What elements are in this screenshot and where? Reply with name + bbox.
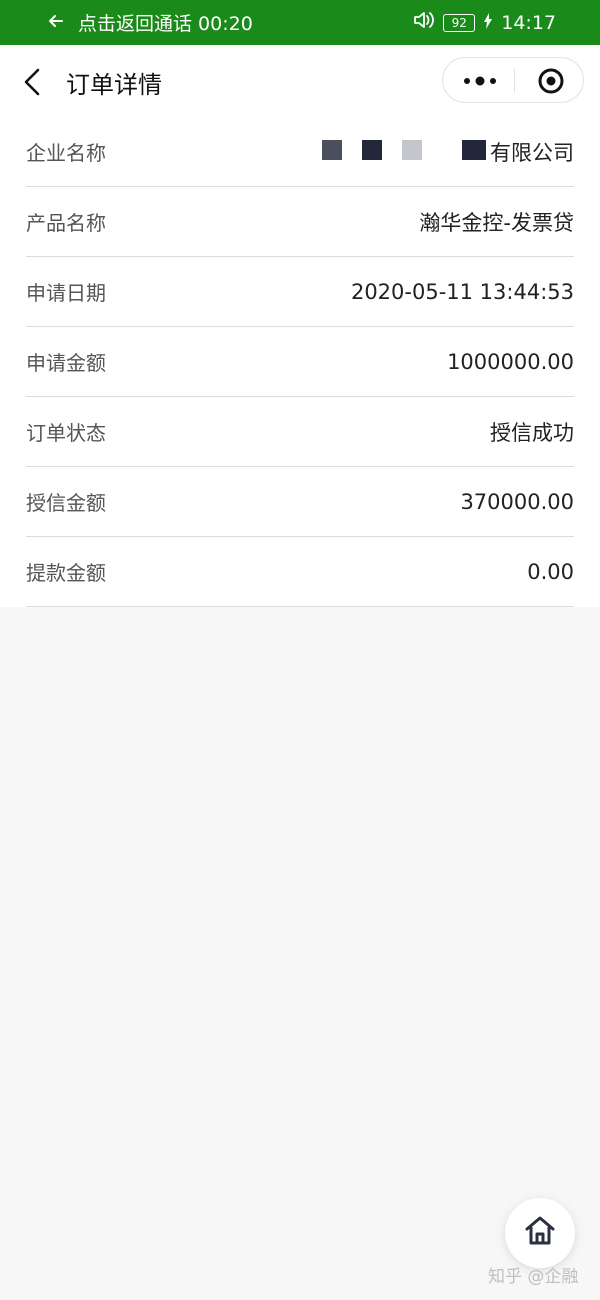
nav-bar: 订单详情 (0, 45, 600, 117)
detail-label: 申请日期 (26, 281, 106, 305)
detail-row-company: 企业名称 有限公司 (26, 117, 574, 187)
detail-value: 瀚华金控-发票贷 (419, 210, 574, 235)
more-dots-icon[interactable] (461, 70, 499, 92)
detail-value: 1000000.00 (447, 349, 574, 374)
chevron-left-icon[interactable] (20, 67, 46, 97)
battery-icon: 92 (443, 13, 476, 32)
home-button[interactable] (505, 1198, 575, 1268)
charging-icon (483, 12, 493, 34)
arrow-left-icon (48, 12, 64, 34)
target-icon[interactable] (537, 67, 565, 95)
detail-row-withdraw-amount: 提款金额 0.00 (26, 537, 574, 607)
detail-row-order-status: 订单状态 授信成功 (26, 397, 574, 467)
detail-label: 产品名称 (26, 211, 106, 235)
detail-value: 370000.00 (460, 489, 574, 514)
status-indicators: 92 14:17 (413, 10, 556, 35)
status-bar: 点击返回通话 00:20 92 14:17 (0, 0, 600, 45)
detail-label: 申请金额 (26, 351, 106, 375)
call-status-text: 点击返回通话 00:20 (78, 13, 253, 35)
order-detail-list: 企业名称 有限公司 产品名称 瀚华金控-发票贷 申请日期 2020-05-11 … (0, 117, 600, 607)
detail-label: 授信金额 (26, 491, 106, 515)
detail-label: 提款金额 (26, 561, 106, 585)
detail-value: 有限公司 (322, 137, 574, 167)
redacted-block (322, 139, 490, 160)
detail-label: 企业名称 (26, 141, 106, 165)
detail-value: 2020-05-11 13:44:53 (350, 279, 574, 304)
detail-row-apply-amount: 申请金额 1000000.00 (26, 327, 574, 397)
watermark: 知乎 @企融 (488, 1267, 579, 1287)
capsule-divider (514, 69, 515, 93)
detail-row-credit-amount: 授信金额 370000.00 (26, 467, 574, 537)
detail-value: 授信成功 (490, 420, 574, 445)
clock-time: 14:17 (501, 11, 556, 34)
detail-value: 0.00 (527, 559, 574, 584)
home-icon (523, 1214, 557, 1252)
detail-row-apply-date: 申请日期 2020-05-11 13:44:53 (26, 257, 574, 327)
detail-row-product: 产品名称 瀚华金控-发票贷 (26, 187, 574, 257)
company-suffix: 有限公司 (490, 140, 574, 165)
speaker-icon (413, 10, 435, 35)
detail-label: 订单状态 (26, 421, 106, 445)
return-to-call[interactable]: 点击返回通话 00:20 (48, 9, 253, 36)
mini-program-capsule (442, 57, 584, 103)
page-title: 订单详情 (66, 71, 162, 99)
